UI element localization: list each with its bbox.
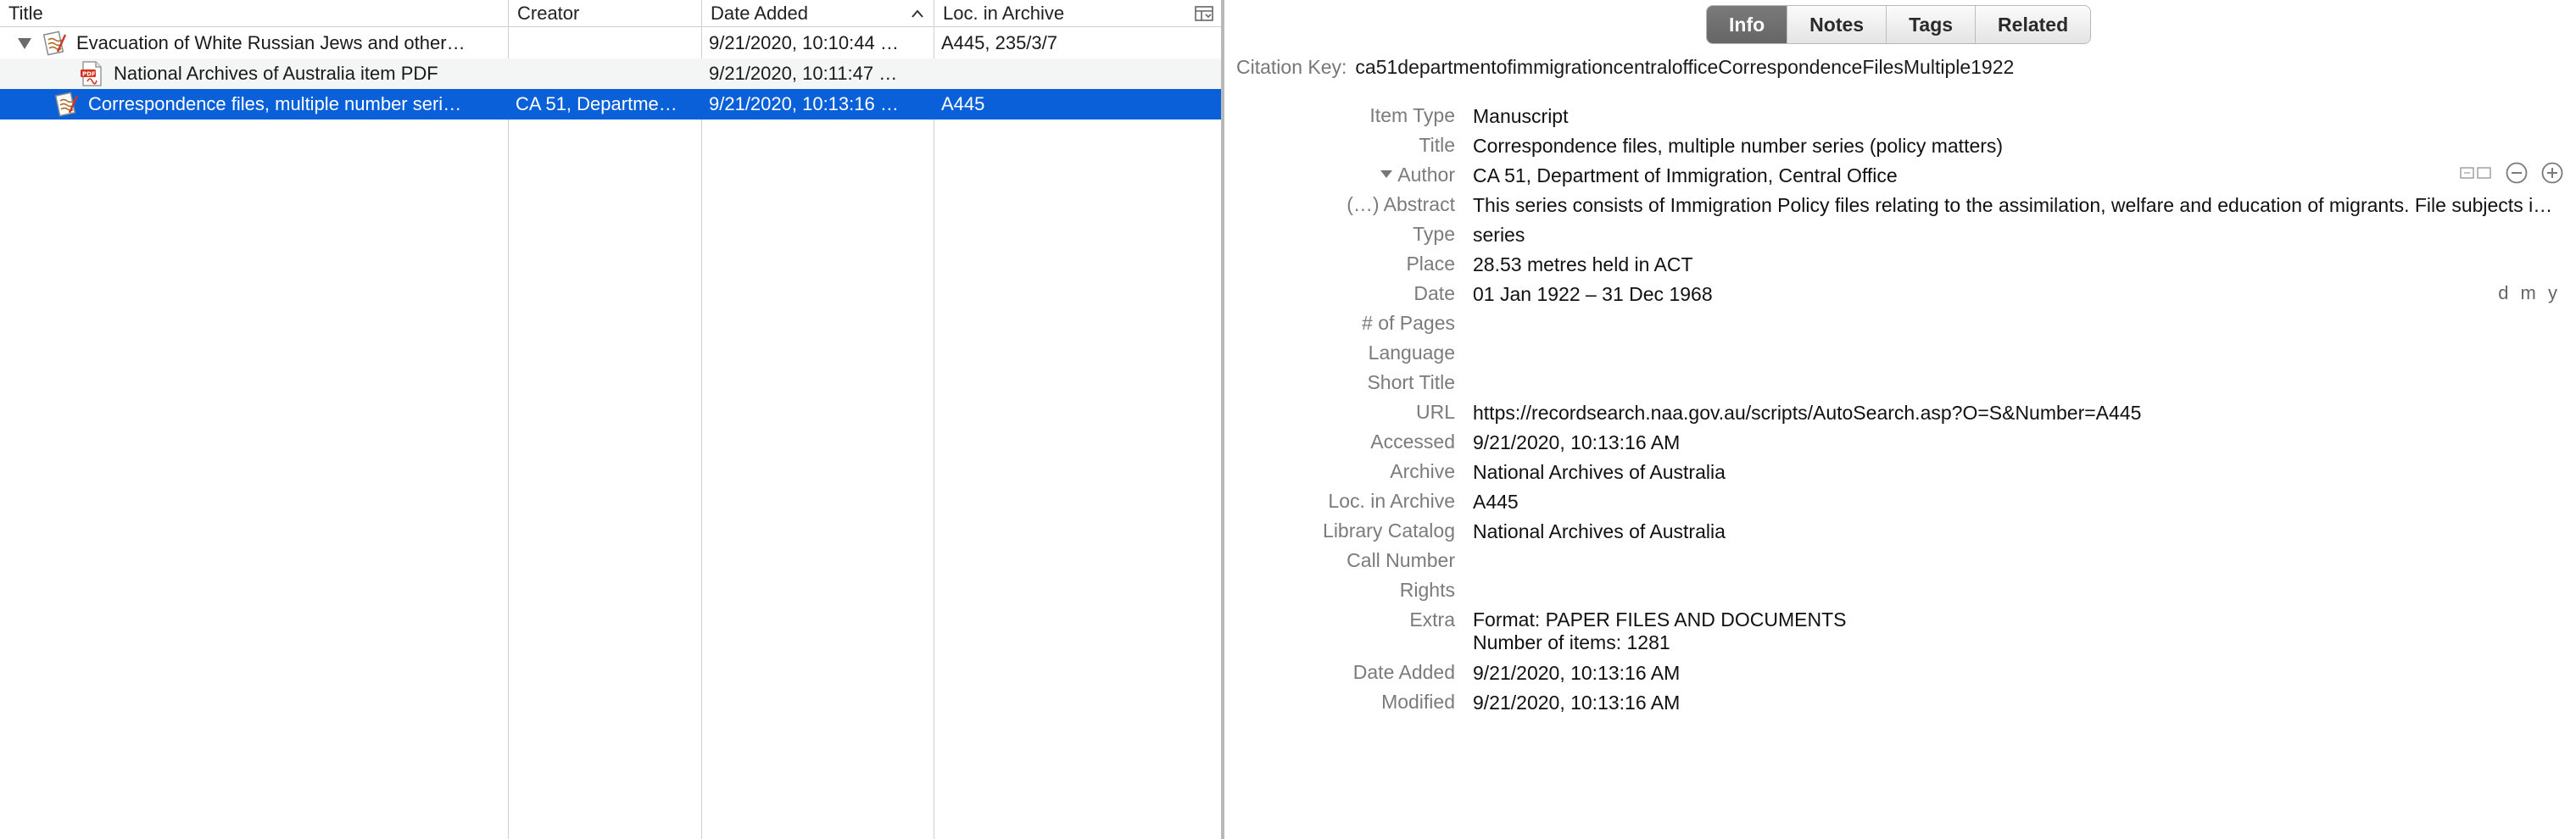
field-label: Author [1397,164,1455,186]
column-header-loc-label: Loc. in Archive [943,2,1065,24]
row-loc: A445, 235/3/7 [941,32,1058,53]
field-label: Place [1406,253,1455,275]
author-controls [2459,161,2564,185]
column-header-creator-label: Creator [517,2,580,24]
column-separator[interactable] [701,0,702,839]
column-picker-icon[interactable] [1194,4,1214,23]
date-added-value: 9/21/2020, 10:13:16 AM [1473,662,1681,684]
author-value[interactable]: CA 51, Department of Immigration, Centra… [1473,164,2406,187]
citation-key-label: Citation Key: [1236,56,1347,78]
row-loc: A445 [941,93,985,114]
remove-author-icon[interactable] [2505,161,2529,185]
row-date-added-cell[interactable]: 9/21/2020, 10:10:44 … [702,28,933,58]
field-label: Short Title [1367,371,1455,393]
date-value[interactable]: 01 Jan 1922 – 31 Dec 1968 [1473,282,2406,306]
manuscript-icon [42,31,67,56]
row-loc-cell[interactable]: A445, 235/3/7 [934,28,1219,58]
field-label: Extra [1409,608,1455,631]
table-row[interactable]: PDF National Archives of Australia item … [0,58,1221,89]
field-label: Date Added [1352,661,1455,683]
column-header-date-added-label: Date Added [711,2,808,24]
table-row-selected[interactable]: Correspondence files, multiple number se… [0,89,1221,119]
column-header-date-added[interactable]: Date Added [702,0,934,27]
zotero-window: Title Creator Date Added Loc. in Archive [0,0,2576,839]
row-date-added: 9/21/2020, 10:11:47 … [709,63,898,84]
field-label: # of Pages [1362,312,1455,334]
library-catalog-value[interactable]: National Archives of Australia [1473,520,2558,543]
field-label: Loc. in Archive [1328,490,1455,512]
row-creator-cell[interactable]: CA 51, Departme… [509,89,700,119]
citation-key-row: Citation Key: ca51departmentofimmigration… [1236,56,2014,79]
author-label-group[interactable]: Author [1380,164,1455,186]
row-title: Evacuation of White Russian Jews and oth… [76,32,466,53]
field-label: Library Catalog [1323,520,1455,542]
field-label: Type [1413,223,1455,245]
abstract-value[interactable]: This series consists of Immigration Poli… [1473,193,2558,217]
column-header-title-label: Title [8,2,43,24]
tab-related[interactable]: Related [1976,6,2090,43]
tab-notes[interactable]: Notes [1787,6,1887,43]
sort-ascending-icon [912,8,923,18]
creator-type-menu-icon[interactable] [1380,170,1393,179]
title-value[interactable]: Correspondence files, multiple number se… [1473,134,2558,158]
row-title-cell[interactable]: Correspondence files, multiple number se… [0,89,507,119]
tab-tags[interactable]: Tags [1887,6,1977,43]
extra-line: Number of items: 1281 [1473,631,1670,653]
table-row[interactable]: Evacuation of White Russian Jews and oth… [0,28,1221,58]
loc-in-archive-value[interactable]: A445 [1473,490,2558,514]
column-header-title[interactable]: Title [0,0,509,27]
field-label: Call Number [1347,549,1455,571]
extra-value[interactable]: Format: PAPER FILES AND DOCUMENTS Number… [1473,608,2558,654]
column-header-creator[interactable]: Creator [509,0,702,27]
field-label[interactable]: (…) Abstract [1347,193,1455,216]
row-creator: CA 51, Departme… [516,93,677,114]
manuscript-icon [54,92,79,117]
extra-line: Format: PAPER FILES AND DOCUMENTS [1473,608,1847,631]
item-type-value[interactable]: Manuscript [1473,104,2558,128]
row-loc-cell[interactable] [934,58,1219,89]
row-date-added: 9/21/2020, 10:10:44 … [709,32,899,53]
row-date-added: 9/21/2020, 10:13:16 … [709,93,899,114]
row-creator-cell[interactable] [509,28,700,58]
item-pane: Info Notes Tags Related Citation Key: ca5… [1224,0,2576,839]
switch-name-format-icon[interactable] [2459,164,2493,181]
disclosure-triangle-expanded-icon[interactable] [17,36,32,51]
type-value[interactable]: series [1473,223,2558,247]
tab-info[interactable]: Info [1707,6,1788,43]
date-format-indicator: d m y [2498,282,2561,303]
field-label: Item Type [1369,104,1455,126]
row-loc-cell[interactable]: A445 [934,89,1219,119]
accessed-value[interactable]: 9/21/2020, 10:13:16 AM [1473,431,2558,454]
row-creator-cell[interactable] [509,58,700,89]
pdf-icon: PDF [81,61,102,86]
field-label: Title [1419,134,1455,156]
field-label: Date [1413,282,1455,304]
modified-value: 9/21/2020, 10:13:16 AM [1473,692,1681,714]
place-value[interactable]: 28.53 metres held in ACT [1473,253,2558,276]
column-header-loc-in-archive[interactable]: Loc. in Archive [934,0,1221,27]
row-title: Correspondence files, multiple number se… [88,93,462,114]
svg-text:PDF: PDF [82,71,96,78]
archive-value[interactable]: National Archives of Australia [1473,460,2558,484]
row-title-cell[interactable]: Evacuation of White Russian Jews and oth… [0,28,507,58]
add-author-icon[interactable] [2540,161,2564,185]
field-label: Language [1368,342,1455,364]
row-date-added-cell[interactable]: 9/21/2020, 10:11:47 … [702,58,933,89]
field-label: Rights [1399,579,1455,601]
citation-key-value[interactable]: ca51departmentofimmigrationcentraloffice… [1355,56,2014,78]
field-label: Archive [1390,460,1455,482]
field-label[interactable]: URL [1416,401,1455,424]
field-label: Modified [1381,691,1455,713]
row-date-added-cell[interactable]: 9/21/2020, 10:13:16 … [702,89,933,119]
row-title-cell[interactable]: PDF National Archives of Australia item … [0,58,507,89]
row-title: National Archives of Australia item PDF [114,63,438,84]
url-value[interactable]: https://recordsearch.naa.gov.au/scripts/… [1473,401,2558,425]
item-pane-tabs: Info Notes Tags Related [1706,5,2092,44]
field-label: Accessed [1370,431,1455,453]
items-list[interactable]: Title Creator Date Added Loc. in Archive [0,0,1221,839]
column-separator[interactable] [508,0,509,839]
